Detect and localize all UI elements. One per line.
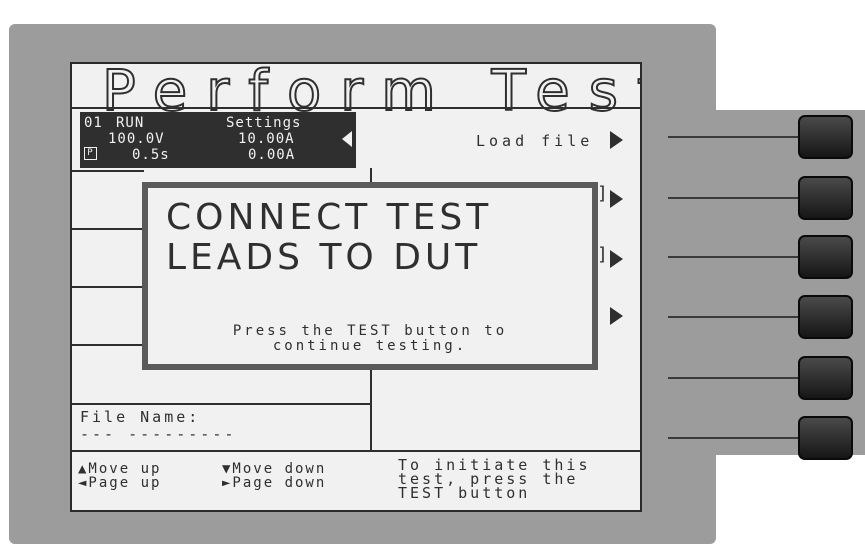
dialog-line-1: CONNECT TEST bbox=[166, 197, 493, 238]
softkey-button-6[interactable] bbox=[798, 416, 853, 460]
list-divider-2 bbox=[72, 228, 144, 230]
softkey-lead-1 bbox=[668, 136, 800, 138]
status-message: To initiate this test, press the TEST bu… bbox=[398, 458, 591, 502]
softkey-arrow-2-icon bbox=[610, 190, 623, 208]
p-badge: P bbox=[84, 147, 97, 160]
softkey-button-3[interactable] bbox=[798, 235, 853, 279]
list-divider-1 bbox=[72, 170, 144, 172]
list-divider-3 bbox=[72, 286, 144, 288]
softkey-lead-6 bbox=[668, 437, 800, 439]
softkey-arrow-4-icon bbox=[610, 307, 623, 325]
dialog-heading: CONNECT TEST LEADS TO DUT bbox=[166, 198, 492, 278]
nav-page-down: ►Page down bbox=[222, 475, 327, 491]
step-number: 01 bbox=[84, 115, 103, 131]
dialog-message: Press the TEST button to continue testin… bbox=[148, 324, 592, 354]
nav-move-down: ▼Move down bbox=[222, 461, 327, 477]
softkey-lead-5 bbox=[668, 377, 800, 379]
softkey-lead-4 bbox=[668, 316, 800, 318]
settings-panel: 01 RUN Settings 100.0V 10.00A P 0.5s 0.0… bbox=[80, 112, 356, 168]
dialog-line-2: LEADS TO DUT bbox=[166, 237, 482, 278]
load-file-label[interactable]: Load file bbox=[476, 132, 593, 150]
file-name-value: --- --------- bbox=[80, 425, 237, 443]
file-name-block: File Name: --- --------- bbox=[80, 409, 236, 443]
voltage-setting: 100.0V bbox=[108, 131, 165, 147]
softkey-arrow-1-icon bbox=[610, 131, 623, 149]
softkey-button-5[interactable] bbox=[798, 356, 853, 400]
back-arrow-icon[interactable] bbox=[342, 131, 352, 147]
softkey-button-4[interactable] bbox=[798, 295, 853, 339]
settings-header: Settings bbox=[226, 115, 302, 131]
run-mode: RUN bbox=[116, 115, 145, 131]
current-limit-setting: 10.00A bbox=[238, 131, 295, 147]
time-setting: 0.5s bbox=[132, 147, 170, 163]
file-name-label: File Name: bbox=[80, 408, 201, 426]
dialog-msg-1: Press the TEST button to bbox=[232, 323, 508, 339]
current-reading: 0.00A bbox=[248, 147, 296, 163]
softkey-button-2[interactable] bbox=[798, 176, 853, 220]
nav-page-up: ◄Page up bbox=[78, 475, 162, 491]
softkey-panel bbox=[660, 110, 865, 455]
connect-leads-dialog: CONNECT TEST LEADS TO DUT Press the TEST… bbox=[142, 182, 598, 370]
bracket-3: ] bbox=[597, 244, 608, 265]
list-divider-4 bbox=[72, 344, 144, 346]
status-line-3: TEST button bbox=[398, 484, 531, 502]
bracket-2: ] bbox=[597, 183, 608, 204]
softkey-lead-2 bbox=[668, 197, 800, 199]
softkey-lead-3 bbox=[668, 256, 800, 258]
title-divider bbox=[72, 107, 640, 109]
nav-move-up: ▲Move up bbox=[78, 461, 162, 477]
bottom-divider bbox=[72, 450, 640, 452]
lcd-screen: Perform Tests 01 RUN Settings 100.0V 10.… bbox=[70, 62, 642, 512]
dialog-msg-2: continue testing. bbox=[272, 338, 468, 354]
file-area-divider bbox=[72, 403, 372, 405]
softkey-button-1[interactable] bbox=[798, 115, 853, 159]
softkey-arrow-3-icon bbox=[610, 250, 623, 268]
